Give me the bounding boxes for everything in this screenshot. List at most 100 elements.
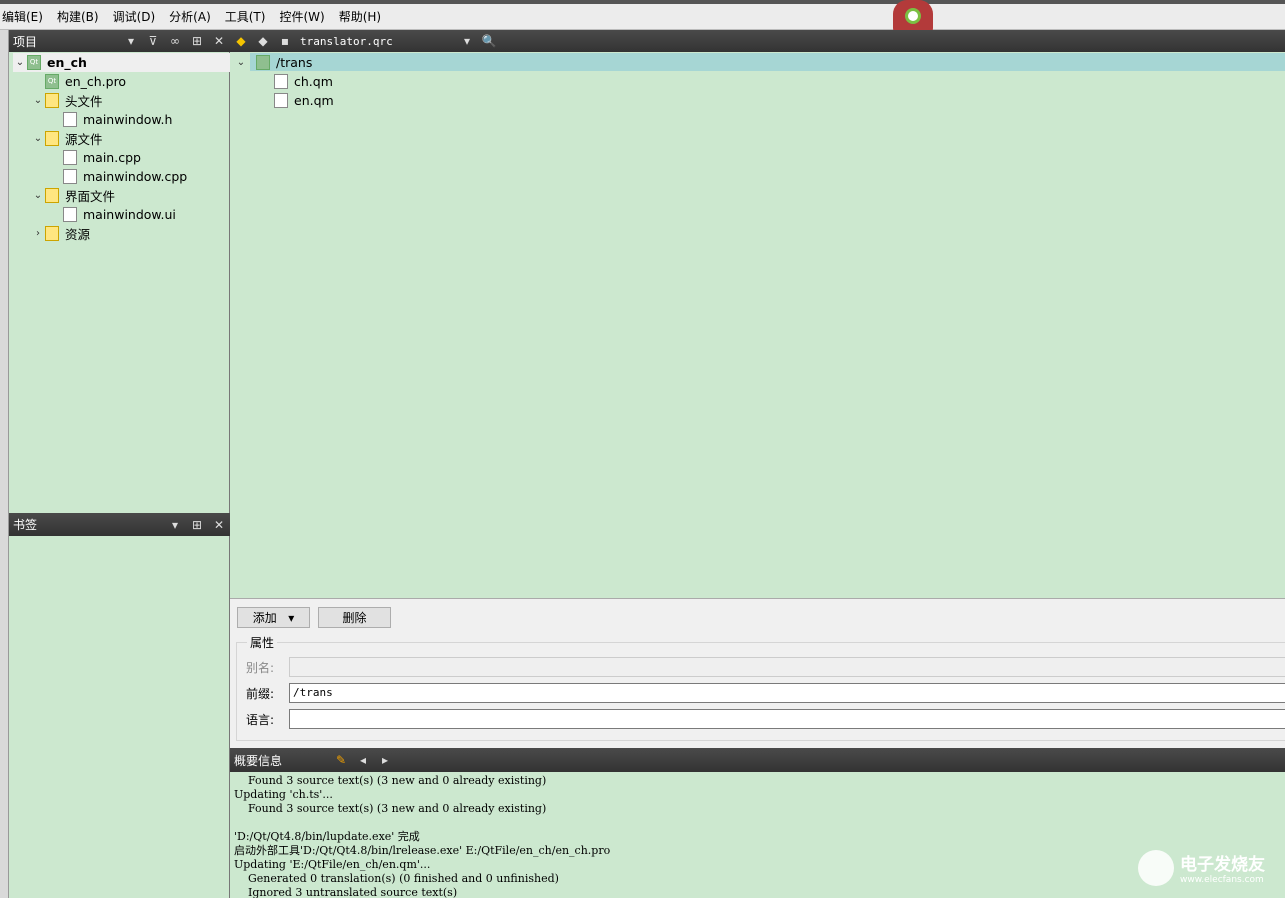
header-folder-icon	[45, 93, 59, 108]
watermark: 电子发烧友 www.elecfans.com	[1138, 845, 1278, 890]
tree-item[interactable]: mainwindow.cpp	[49, 167, 187, 186]
tree-item-label: mainwindow.h	[83, 112, 173, 127]
menu-widgets[interactable]: 控件(W)	[277, 8, 332, 25]
close-icon[interactable]: ✕	[208, 518, 230, 532]
menu-bar: 编辑(E) 构建(B) 调试(D) 分析(A) 工具(T) 控件(W) 帮助(H…	[0, 4, 1285, 30]
prefix-input[interactable]: /trans	[289, 683, 1285, 703]
cpp-file-icon	[63, 169, 77, 184]
resource-item-label: /trans	[276, 55, 313, 70]
collapse-arrow-icon[interactable]: ›	[31, 228, 45, 239]
close-icon[interactable]: ✕	[208, 34, 230, 48]
resource-tree: ⌄ /trans ch.qm en.qm	[230, 52, 1285, 598]
tree-item-label: en_ch.pro	[65, 74, 127, 89]
tree-item[interactable]: Qt en_ch.pro	[31, 72, 126, 91]
remove-button[interactable]: 删除	[318, 607, 391, 628]
prev-icon[interactable]: ◂	[352, 753, 374, 767]
cpp-file-icon	[63, 150, 77, 165]
output-panel-header: 概要信息 ✎ ◂ ▸	[230, 748, 1285, 772]
tree-item-label: 源文件	[65, 132, 103, 147]
log-line: Found 3 source text(s) (3 new and 0 alre…	[234, 802, 547, 815]
menu-debug[interactable]: 调试(D)	[111, 8, 164, 25]
menu-analyze[interactable]: 分析(A)	[167, 8, 219, 25]
log-line: Ignored 3 untranslated source text(s)	[234, 886, 458, 898]
locate-icon[interactable]: 🔍	[478, 34, 500, 48]
log-line: Updating 'ch.ts'...	[234, 788, 333, 801]
properties-group: 属性 别名: 前缀: /trans 语言:	[236, 634, 1285, 741]
editor-toolbar: ◆ ◆ ▪ translator.qrc ▾ 🔍	[230, 30, 1285, 52]
open-file-selector[interactable]: translator.qrc	[296, 35, 456, 48]
tree-item-label: 界面文件	[65, 189, 116, 204]
project-tree: ⌄ Qt en_ch Qt en_ch.pro ⌄ 头文件 mainwindow.h ⌄ 源文件 m…	[9, 52, 230, 513]
project-panel-title: 项目	[13, 34, 38, 49]
tree-item[interactable]: ⌄ 头文件	[31, 91, 103, 110]
expand-arrow-icon[interactable]: ⌄	[234, 57, 248, 68]
tree-item-label: en_ch	[47, 55, 87, 70]
tree-item-label: 头文件	[65, 94, 103, 109]
prefix-lock-icon	[256, 55, 270, 70]
split-icon[interactable]: ⊞	[186, 34, 208, 48]
mode-sidebar	[0, 30, 9, 898]
log-line: 'D:/Qt/Qt4.8/bin/lupdate.exe' 完成	[234, 830, 420, 843]
source-folder-icon	[45, 131, 59, 146]
alias-label: 别名:	[246, 661, 275, 675]
log-line: Generated 0 translation(s) (0 finished a…	[234, 872, 559, 885]
tree-item[interactable]: ⌄ 界面文件	[31, 186, 115, 205]
tree-item[interactable]: ⌄ 源文件	[31, 129, 103, 148]
alias-input[interactable]	[289, 657, 1285, 677]
qt-pro-icon: Qt	[45, 74, 59, 89]
resource-item[interactable]: ch.qm	[274, 72, 333, 91]
resource-item[interactable]: en.qm	[274, 91, 334, 110]
filter-icon[interactable]: ⊽	[142, 34, 164, 48]
expand-arrow-icon[interactable]: ⌄	[31, 190, 45, 201]
forward-icon[interactable]: ◆	[252, 34, 274, 48]
bookmark-panel-title: 书签	[13, 518, 38, 532]
language-label: 语言:	[246, 713, 275, 727]
next-icon[interactable]: ▸	[374, 753, 396, 767]
tree-item[interactable]: › 资源	[31, 224, 90, 243]
clear-icon[interactable]: ✎	[330, 753, 352, 767]
chevron-down-icon: ▾	[288, 610, 295, 625]
expand-arrow-icon[interactable]: ⌄	[31, 95, 45, 106]
chevron-down-icon[interactable]: ▾	[120, 34, 142, 48]
resource-item-label: en.qm	[294, 93, 334, 108]
menu-build[interactable]: 构建(B)	[55, 8, 107, 25]
log-line: 启动外部工具'D:/Qt/Qt4.8/bin/lrelease.exe' E:/…	[234, 844, 611, 857]
back-icon[interactable]: ◆	[230, 34, 252, 48]
project-panel-header: 项目 ▾ ⊽ ∞ ⊞ ✕	[9, 30, 230, 52]
split-icon[interactable]: ⊞	[186, 518, 208, 532]
tree-item[interactable]: mainwindow.ui	[49, 205, 176, 224]
file-icon	[274, 93, 288, 108]
link-icon[interactable]: ∞	[164, 34, 186, 48]
group-title: 属性	[247, 634, 278, 651]
file-icon	[274, 74, 288, 89]
watermark-logo-icon	[1138, 849, 1174, 886]
output-panel-title: 概要信息	[234, 753, 283, 768]
chevron-down-icon[interactable]: ▾	[164, 518, 186, 532]
add-label: 添加	[252, 611, 277, 625]
tree-item-label: main.cpp	[83, 150, 141, 165]
bookmark-panel-header: 书签 ▾ ⊞ ✕	[9, 513, 230, 536]
expand-arrow-icon[interactable]: ⌄	[31, 133, 45, 144]
resource-item[interactable]: ⌄ /trans	[234, 53, 312, 72]
output-log: Found 3 source text(s) (3 new and 0 alre…	[230, 772, 1285, 898]
tree-item[interactable]: mainwindow.h	[49, 110, 172, 129]
watermark-url: www.elecfans.com	[1180, 875, 1264, 885]
watermark-name: 电子发烧友	[1180, 855, 1265, 875]
add-button[interactable]: 添加 ▾	[237, 607, 310, 628]
expand-arrow-icon[interactable]: ⌄	[13, 57, 27, 68]
resource-item-label: ch.qm	[294, 74, 333, 89]
resource-folder-icon	[45, 226, 59, 241]
log-line: Updating 'E:/QtFile/en_ch/en.qm'...	[234, 858, 431, 871]
menu-help[interactable]: 帮助(H)	[337, 8, 389, 25]
bookmark-list	[9, 536, 230, 898]
ui-file-icon	[63, 207, 77, 222]
language-input[interactable]	[289, 709, 1285, 729]
menu-edit[interactable]: 编辑(E)	[0, 8, 51, 25]
tree-item[interactable]: ⌄ Qt en_ch	[13, 53, 230, 72]
tree-item[interactable]: main.cpp	[49, 148, 141, 167]
resource-properties: 添加 ▾ 删除 属性 别名: 前缀: /trans 语言:	[230, 598, 1285, 748]
lock-icon: ▪	[280, 34, 290, 48]
menu-tools[interactable]: 工具(T)	[223, 8, 274, 25]
chevron-down-icon[interactable]: ▾	[456, 34, 478, 48]
